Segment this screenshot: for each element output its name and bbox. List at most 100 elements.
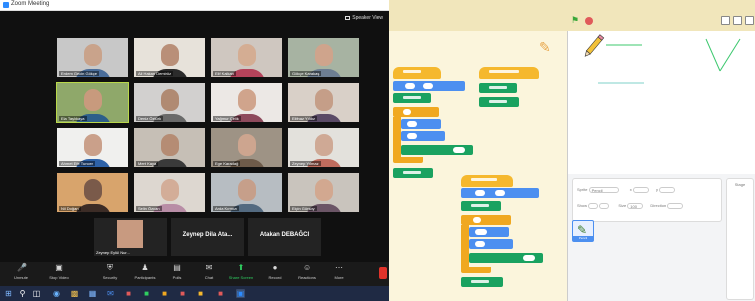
repeat-count-input[interactable] bbox=[473, 217, 481, 223]
sprite-name-input[interactable]: Pencil bbox=[588, 187, 619, 193]
repeat-block[interactable] bbox=[461, 215, 511, 225]
x-input[interactable] bbox=[475, 190, 485, 196]
participant-name: Ela Taşlıkaya bbox=[59, 116, 87, 121]
code-area[interactable]: ✎ bbox=[389, 31, 567, 301]
participant-tile[interactable]: Elif Kalkan bbox=[210, 37, 283, 78]
app-icon[interactable]: ■ bbox=[142, 289, 151, 298]
reactions-button[interactable]: ☺ Reactions bbox=[292, 264, 322, 281]
move-steps-block[interactable] bbox=[469, 227, 509, 237]
participant-tile[interactable]: Elçin Gürsoy bbox=[287, 172, 360, 213]
turn-degrees-block[interactable] bbox=[401, 131, 445, 141]
app-icon[interactable]: ■ bbox=[160, 289, 169, 298]
x-input[interactable] bbox=[405, 83, 415, 89]
security-button[interactable]: ⛨ Security bbox=[95, 264, 125, 281]
end-meeting-button[interactable] bbox=[379, 267, 387, 279]
repeat-block[interactable] bbox=[393, 107, 439, 117]
change-pen-color-block[interactable] bbox=[401, 145, 473, 155]
participant-tile[interactable]: Ela Taşlıkaya bbox=[56, 82, 129, 123]
participant-tile[interactable]: Zeynep Eylül Nur... bbox=[94, 218, 167, 256]
y-position-input[interactable] bbox=[659, 187, 676, 193]
chat-button[interactable]: ✉ Chat bbox=[194, 263, 224, 281]
when-flag-clicked-block[interactable] bbox=[479, 67, 539, 79]
move-steps-block[interactable] bbox=[401, 119, 441, 129]
participant-tile[interactable]: Ali Hakan Demiröz bbox=[133, 37, 206, 78]
pen-up-block[interactable] bbox=[393, 168, 433, 178]
pen-up-block[interactable] bbox=[461, 277, 503, 287]
pen-down-block[interactable] bbox=[393, 93, 431, 103]
change-pen-color-block[interactable] bbox=[469, 253, 543, 263]
participant-tile[interactable]: Deniz Öztürk bbox=[133, 82, 206, 123]
pencil-sprite[interactable] bbox=[583, 34, 605, 58]
participant-tile[interactable]: Atakan DEBAĞCI bbox=[248, 218, 321, 256]
participant-tile[interactable]: Mert Kaya bbox=[133, 127, 206, 168]
sprite-thumbnail[interactable]: ✎ Pencil bbox=[572, 220, 594, 242]
start-icon[interactable]: ⊞ bbox=[4, 289, 13, 298]
search-icon[interactable]: ⚲ bbox=[18, 289, 27, 298]
record-button[interactable]: ● Record bbox=[260, 264, 290, 281]
stop-icon[interactable] bbox=[585, 17, 593, 25]
task-view-icon[interactable]: ◫ bbox=[32, 289, 41, 298]
participants-button[interactable]: ♟ Participants bbox=[130, 264, 160, 281]
edge-icon[interactable]: ◉ bbox=[52, 289, 61, 298]
steps-input[interactable] bbox=[407, 121, 417, 127]
chat-icon: ✉ bbox=[205, 263, 213, 272]
mail-icon[interactable]: ✉ bbox=[106, 289, 115, 298]
stage-selector[interactable]: Stage bbox=[726, 178, 754, 300]
erase-all-block[interactable] bbox=[479, 83, 517, 93]
participant-tile[interactable]: Gökçe Karakaş bbox=[287, 37, 360, 78]
go-to-xy-block[interactable] bbox=[393, 81, 465, 91]
stop-video-button[interactable]: ▣ Stop Video bbox=[44, 264, 74, 281]
drawn-line bbox=[719, 38, 741, 72]
green-flag-icon[interactable]: ⚑ bbox=[571, 16, 580, 25]
small-stage-icon[interactable] bbox=[721, 16, 730, 25]
repeat-count-input[interactable] bbox=[403, 109, 411, 115]
participant-tile[interactable]: Nil Doğan bbox=[56, 172, 129, 213]
hide-toggle[interactable] bbox=[599, 203, 610, 209]
participant-tile[interactable]: Zeynep Yılmaz bbox=[287, 127, 360, 168]
app-icon[interactable]: ■ bbox=[216, 289, 225, 298]
participant-tile[interactable]: Yağmur Çelik bbox=[210, 82, 283, 123]
unmute-button[interactable]: 🎤 Unmute bbox=[6, 264, 36, 281]
fullscreen-icon[interactable] bbox=[745, 16, 754, 25]
participant-tile[interactable]: Erdem Gecin Gökçe bbox=[56, 37, 129, 78]
pen-down-block[interactable] bbox=[461, 201, 501, 211]
show-toggle[interactable] bbox=[588, 203, 599, 209]
x-label: x bbox=[629, 187, 632, 193]
participant-tile[interactable]: Selin Özcan bbox=[133, 172, 206, 213]
drawn-line bbox=[705, 38, 721, 72]
record-label: Record bbox=[268, 275, 282, 280]
y-input[interactable] bbox=[423, 83, 433, 89]
degrees-input[interactable] bbox=[475, 241, 485, 247]
pen-amount-input[interactable] bbox=[523, 255, 535, 261]
participant-tile[interactable]: Ahmet Efe Tuncer bbox=[56, 127, 129, 168]
turn-degrees-block[interactable] bbox=[469, 239, 513, 249]
large-stage-icon[interactable] bbox=[733, 16, 742, 25]
participant-tile[interactable]: Ege Karadağ bbox=[210, 127, 283, 168]
store-icon[interactable]: ▦ bbox=[88, 289, 97, 298]
participant-name: Elif Kalkan bbox=[213, 71, 236, 76]
polls-button[interactable]: ▤ Polls bbox=[162, 264, 192, 281]
size-input[interactable]: 100 bbox=[627, 203, 644, 209]
pen-amount-input[interactable] bbox=[453, 147, 465, 153]
stage-canvas[interactable] bbox=[567, 31, 755, 174]
file-explorer-icon[interactable]: ▩ bbox=[70, 289, 79, 298]
steps-input[interactable] bbox=[475, 229, 487, 235]
when-key-pressed-block[interactable] bbox=[393, 67, 441, 79]
participant-tile[interactable]: Elifnaz Yıldız bbox=[287, 82, 360, 123]
speaker-view-button[interactable]: Speaker View bbox=[345, 15, 383, 21]
when-key-pressed-block[interactable] bbox=[461, 175, 513, 187]
more-button[interactable]: ⋯ More bbox=[324, 264, 354, 281]
share-screen-button[interactable]: ⬆ Share Screen bbox=[226, 264, 256, 281]
zoom-taskbar-icon[interactable]: ▣ bbox=[236, 289, 245, 298]
degrees-input[interactable] bbox=[407, 133, 417, 139]
direction-input[interactable] bbox=[667, 203, 684, 209]
app-icon[interactable]: ■ bbox=[196, 289, 205, 298]
pen-up-block[interactable] bbox=[479, 97, 519, 107]
app-icon[interactable]: ■ bbox=[124, 289, 133, 298]
x-position-input[interactable] bbox=[632, 187, 649, 193]
go-to-xy-block[interactable] bbox=[461, 188, 539, 198]
participant-tile[interactable]: Zeynep Dila Ata... bbox=[171, 218, 244, 256]
y-input[interactable] bbox=[495, 190, 505, 196]
participant-tile[interactable]: Arda Kırmızı bbox=[210, 172, 283, 213]
app-icon[interactable]: ■ bbox=[178, 289, 187, 298]
